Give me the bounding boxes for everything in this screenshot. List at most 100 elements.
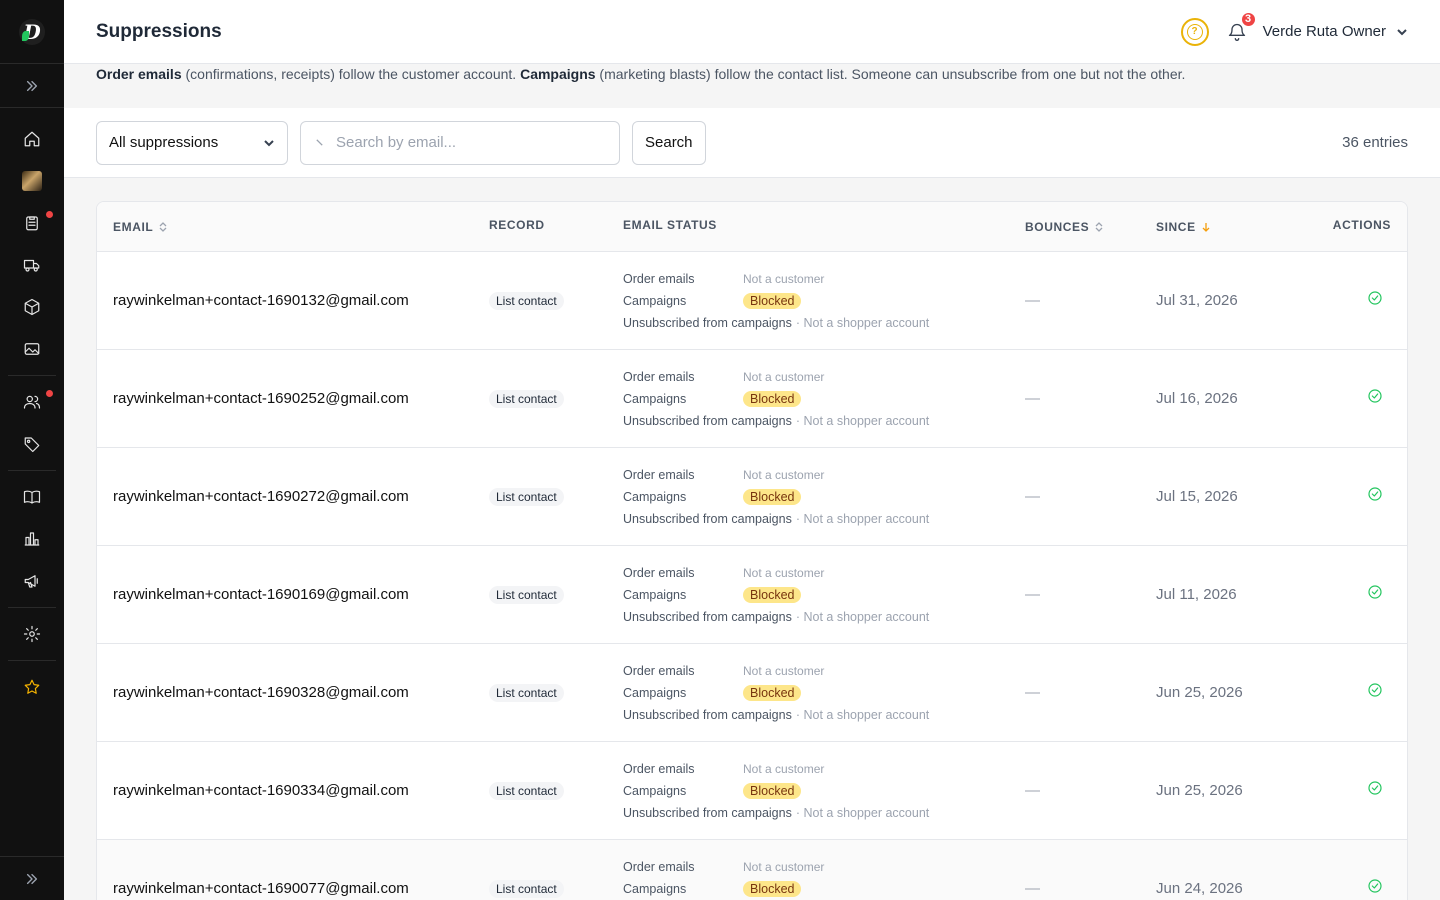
order-emails-term: Order emails bbox=[96, 66, 182, 82]
sidebar-item-store[interactable] bbox=[0, 160, 64, 202]
expand-sidebar-button[interactable] bbox=[0, 64, 64, 108]
notifications-button[interactable]: 3 bbox=[1225, 10, 1257, 44]
sidebar-item-media[interactable] bbox=[0, 328, 64, 370]
check-circle-icon bbox=[1368, 781, 1382, 795]
truck-icon bbox=[23, 259, 40, 272]
filter-toolbar: All suppressions Search 36 entries bbox=[64, 108, 1440, 178]
filter-selected-value: All suppressions bbox=[109, 134, 219, 151]
row-email[interactable]: raywinkelman+contact-1690132@gmail.com bbox=[113, 292, 409, 309]
campaigns-status-badge: Blocked bbox=[743, 880, 802, 897]
sidebar-item-home[interactable] bbox=[0, 118, 64, 160]
column-header-record: RECORD bbox=[489, 218, 623, 232]
check-circle-icon bbox=[1368, 683, 1382, 697]
chevron-down-icon bbox=[1397, 28, 1407, 35]
row-email[interactable]: raywinkelman+contact-1690077@gmail.com bbox=[113, 880, 409, 897]
row-email[interactable]: raywinkelman+contact-1690169@gmail.com bbox=[113, 586, 409, 603]
resubscribe-action-button[interactable] bbox=[1367, 682, 1383, 703]
search-box[interactable] bbox=[300, 120, 620, 165]
sidebar-item-discounts[interactable] bbox=[0, 423, 64, 465]
nav-divider bbox=[8, 470, 56, 471]
bounces-value: — bbox=[1025, 487, 1040, 505]
search-input[interactable] bbox=[336, 134, 605, 151]
search-button[interactable]: Search bbox=[632, 120, 706, 165]
campaigns-status-badge: Blocked bbox=[743, 390, 802, 407]
resubscribe-action-button[interactable] bbox=[1367, 878, 1383, 899]
order-emails-status: Not a customer bbox=[743, 369, 825, 384]
resubscribe-action-button[interactable] bbox=[1367, 584, 1383, 605]
store-thumbnail-icon bbox=[22, 171, 42, 191]
campaigns-status-badge: Blocked bbox=[743, 292, 802, 309]
resubscribe-action-button[interactable] bbox=[1367, 388, 1383, 409]
row-email[interactable]: raywinkelman+contact-1690252@gmail.com bbox=[113, 390, 409, 407]
record-type-badge: List contact bbox=[489, 683, 564, 702]
row-email[interactable]: raywinkelman+contact-1690334@gmail.com bbox=[113, 782, 409, 799]
suppression-filter-select[interactable]: All suppressions bbox=[96, 120, 288, 165]
user-menu[interactable]: Verde Ruta Owner bbox=[1263, 23, 1408, 40]
notification-badge: 3 bbox=[1239, 10, 1257, 28]
sidebar-item-products[interactable] bbox=[0, 286, 64, 328]
sidebar: D bbox=[0, 0, 64, 900]
email-status: Order emails Not a customer Campaigns Bloc… bbox=[623, 856, 1025, 900]
nav-divider bbox=[8, 607, 56, 608]
order-emails-label: Order emails bbox=[623, 565, 695, 580]
since-date: Jun 24, 2026 bbox=[1156, 879, 1243, 897]
order-emails-status: Not a customer bbox=[743, 467, 825, 482]
sidebar-item-favorites[interactable] bbox=[0, 666, 64, 708]
help-button[interactable]: ? bbox=[1180, 17, 1209, 46]
column-header-since[interactable]: SINCE bbox=[1156, 220, 1304, 234]
check-circle-icon bbox=[1368, 879, 1382, 893]
resubscribe-action-button[interactable] bbox=[1367, 486, 1383, 507]
bounces-value: — bbox=[1025, 291, 1040, 309]
column-header-status: EMAIL STATUS bbox=[623, 218, 1025, 232]
order-emails-status: Not a customer bbox=[743, 663, 825, 678]
status-note: Unsubscribed from campaigns bbox=[623, 511, 792, 526]
page-title: Suppressions bbox=[96, 20, 222, 42]
status-note: Unsubscribed from campaigns bbox=[623, 315, 792, 330]
sidebar-item-orders[interactable] bbox=[0, 202, 64, 244]
order-emails-status: Not a customer bbox=[743, 565, 825, 580]
order-emails-status: Not a customer bbox=[743, 271, 825, 286]
column-header-email-label: EMAIL bbox=[113, 219, 154, 234]
campaigns-label: Campaigns bbox=[623, 293, 687, 308]
column-header-email[interactable]: EMAIL bbox=[97, 220, 489, 234]
resubscribe-action-button[interactable] bbox=[1367, 290, 1383, 311]
sidebar-item-settings[interactable] bbox=[0, 613, 64, 655]
since-date: Jul 15, 2026 bbox=[1156, 487, 1238, 505]
email-status: Order emails Not a customer Campaigns Bloc… bbox=[623, 268, 1025, 334]
resubscribe-action-button[interactable] bbox=[1367, 780, 1383, 801]
app-logo[interactable]: D bbox=[0, 0, 64, 64]
sidebar-item-shipping[interactable] bbox=[0, 244, 64, 286]
check-circle-icon bbox=[1368, 389, 1382, 403]
record-type-badge: List contact bbox=[489, 291, 564, 310]
campaigns-label: Campaigns bbox=[623, 391, 687, 406]
sort-desc-icon bbox=[1202, 222, 1210, 232]
order-emails-label: Order emails bbox=[623, 859, 695, 874]
tag-icon bbox=[24, 437, 40, 453]
sidebar-item-customers[interactable] bbox=[0, 381, 64, 423]
table-header: EMAIL RECORD EMAIL STATUS BOUNCES SINCE … bbox=[97, 202, 1407, 252]
info-note: Order emails (confirmations, receipts) f… bbox=[64, 64, 1440, 108]
sidebar-item-marketing[interactable] bbox=[0, 560, 64, 602]
sidebar-item-catalog[interactable] bbox=[0, 476, 64, 518]
record-type-badge: List contact bbox=[489, 879, 564, 898]
email-status: Order emails Not a customer Campaigns Bloc… bbox=[623, 660, 1025, 726]
sidebar-item-analytics[interactable] bbox=[0, 518, 64, 560]
row-email[interactable]: raywinkelman+contact-1690328@gmail.com bbox=[113, 684, 409, 701]
bounces-value: — bbox=[1025, 683, 1040, 701]
table-row: raywinkelman+contact-1690132@gmail.com L… bbox=[97, 252, 1407, 350]
campaigns-label: Campaigns bbox=[623, 489, 687, 504]
campaigns-desc: (marketing blasts) follow the contact li… bbox=[595, 66, 1186, 82]
orders-notification-dot bbox=[46, 211, 53, 218]
column-header-record-label: RECORD bbox=[489, 217, 545, 232]
bounces-value: — bbox=[1025, 585, 1040, 603]
row-email[interactable]: raywinkelman+contact-1690272@gmail.com bbox=[113, 488, 409, 505]
users-icon bbox=[23, 395, 41, 409]
column-header-actions: ACTIONS bbox=[1304, 218, 1407, 232]
since-date: Jul 16, 2026 bbox=[1156, 389, 1238, 407]
check-circle-icon bbox=[1368, 291, 1382, 305]
email-status: Order emails Not a customer Campaigns Bloc… bbox=[623, 758, 1025, 824]
order-emails-label: Order emails bbox=[623, 663, 695, 678]
column-header-bounces[interactable]: BOUNCES bbox=[1025, 220, 1156, 234]
table-row: raywinkelman+contact-1690077@gmail.com L… bbox=[97, 840, 1407, 900]
collapse-toggle-button[interactable] bbox=[0, 856, 64, 900]
